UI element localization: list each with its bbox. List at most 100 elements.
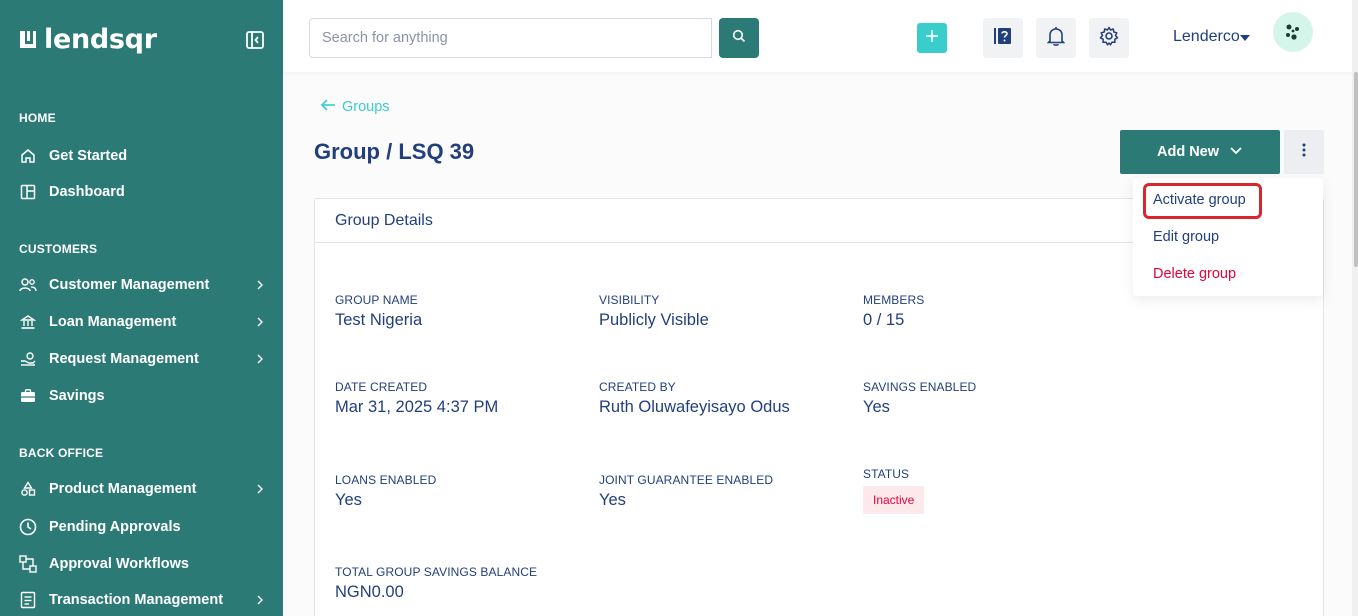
menu-item-activate-group[interactable]: Activate group [1153,192,1246,208]
field-value: NGN0.00 [335,583,404,601]
logo-mark-icon [18,29,38,51]
sidebar-collapse-icon[interactable] [246,31,264,49]
home-icon [19,147,37,165]
sidebar-item-approval-workflows[interactable]: Approval Workflows [19,551,265,577]
scrollbar-thumb[interactable] [1354,72,1358,267]
field-label: MEMBERS [863,293,925,307]
field-label: JOINT GUARANTEE ENABLED [599,473,774,487]
product-icon [19,480,37,498]
menu-item-edit-group[interactable]: Edit group [1153,229,1219,245]
menu-item-delete-group[interactable]: Delete group [1153,266,1236,282]
plus-icon [925,29,939,48]
page-scrollbar[interactable] [1352,0,1358,616]
request-icon [19,350,37,368]
field-value: Yes [335,491,362,509]
field-label: DATE CREATED [335,380,428,394]
sidebar-item-transaction-management[interactable]: Transaction Management [19,587,265,613]
field-status: STATUS Inactive [863,467,925,514]
page-title: Group / LSQ 39 [314,139,475,164]
sidebar-item-label: Loan Management [49,314,177,330]
field-created-by: CREATED BY Ruth Oluwafeyisayo Odus [599,380,790,417]
add-new-label: Add New [1156,144,1220,160]
brand-name: lendsqr [44,24,157,55]
sidebar-item-label: Pending Approvals [49,519,181,535]
sidebar-item-loan-management[interactable]: Loan Management [19,309,265,335]
field-label: SAVINGS ENABLED [863,380,977,394]
back-to-groups-link[interactable]: Groups [320,98,390,116]
field-label: STATUS [863,467,910,481]
chevron-down-icon [1229,144,1243,160]
field-value: Mar 31, 2025 4:37 PM [335,398,499,416]
field-value: Yes [599,491,626,509]
field-label: VISIBILITY [599,293,660,307]
sidebar: lendsqr HOME Get Started Dashboard CUSTO… [0,0,283,616]
users-icon [19,276,37,294]
field-members: MEMBERS 0 / 15 [863,293,924,330]
sidebar-item-label: Approval Workflows [49,556,189,572]
sidebar-item-savings[interactable]: Savings [19,383,265,409]
sidebar-item-label: Product Management [49,481,197,497]
help-button[interactable] [983,18,1023,58]
field-value: Publicly Visible [599,311,709,329]
field-value: Ruth Oluwafeyisayo Odus [599,398,790,416]
caret-down-icon[interactable] [1240,35,1250,41]
field-value: 0 / 15 [863,311,905,329]
status-badge: Inactive [863,486,925,514]
back-link-label: Groups [342,99,390,115]
field-total-savings: TOTAL GROUP SAVINGS BALANCE NGN0.00 [335,565,537,602]
quick-add-button[interactable] [917,23,947,53]
field-label: LOANS ENABLED [335,473,437,487]
sidebar-item-label: Request Management [49,351,199,367]
field-label: GROUP NAME [335,293,418,307]
sidebar-item-label: Get Started [49,148,128,164]
sidebar-item-label: Dashboard [49,184,125,200]
field-loans-enabled: LOANS ENABLED Yes [335,473,436,510]
user-name[interactable]: Lenderco [1173,28,1240,46]
sidebar-item-customer-management[interactable]: Customer Management [19,272,265,298]
sidebar-item-dashboard[interactable]: Dashboard [19,179,265,205]
field-joint-guarantee: JOINT GUARANTEE ENABLED Yes [599,473,773,510]
sidebar-item-label: Transaction Management [49,592,224,608]
sidebar-item-get-started[interactable]: Get Started [19,143,265,169]
section-title-customers: CUSTOMERS [19,242,98,256]
add-new-button[interactable]: Add New [1120,130,1280,174]
field-group-name: GROUP NAME Test Nigeria [335,293,422,330]
workflow-icon [19,555,37,573]
sidebar-item-label: Customer Management [49,277,210,293]
loan-icon [19,313,37,331]
field-date-created: DATE CREATED Mar 31, 2025 4:37 PM [335,380,498,417]
arrow-left-icon [320,98,336,116]
sidebar-item-label: Savings [49,388,105,404]
field-label: CREATED BY [599,380,676,394]
chevron-right-icon [255,482,265,496]
group-actions-dropdown: Activate group Edit group Delete group [1133,178,1323,296]
field-value: Test Nigeria [335,311,423,329]
dashboard-icon [19,183,37,201]
top-bar: Lenderco [283,0,1358,72]
search-button[interactable] [719,18,759,58]
sidebar-item-pending-approvals[interactable]: Pending Approvals [19,514,265,540]
section-title-home: HOME [19,111,56,125]
transaction-icon [19,591,37,609]
field-visibility: VISIBILITY Publicly Visible [599,293,709,330]
search-icon [732,29,746,48]
briefcase-icon [19,387,37,405]
kebab-menu-icon [1302,143,1306,162]
notifications-button[interactable] [1036,18,1076,58]
more-options-button[interactable] [1284,130,1324,174]
section-title-back-office: BACK OFFICE [19,446,104,460]
brand-logo[interactable]: lendsqr [18,24,157,55]
gear-icon [1099,26,1119,51]
chevron-right-icon [255,352,265,366]
sidebar-item-product-management[interactable]: Product Management [19,476,265,502]
chevron-right-icon [255,593,265,607]
bell-icon [1046,26,1066,51]
sidebar-item-request-management[interactable]: Request Management [19,346,265,372]
settings-button[interactable] [1089,18,1129,58]
chevron-right-icon [255,278,265,292]
search-input[interactable] [309,18,712,58]
field-savings-enabled: SAVINGS ENABLED Yes [863,380,976,417]
avatar[interactable] [1273,12,1313,52]
field-value: Yes [863,398,890,416]
field-label: TOTAL GROUP SAVINGS BALANCE [335,565,538,579]
